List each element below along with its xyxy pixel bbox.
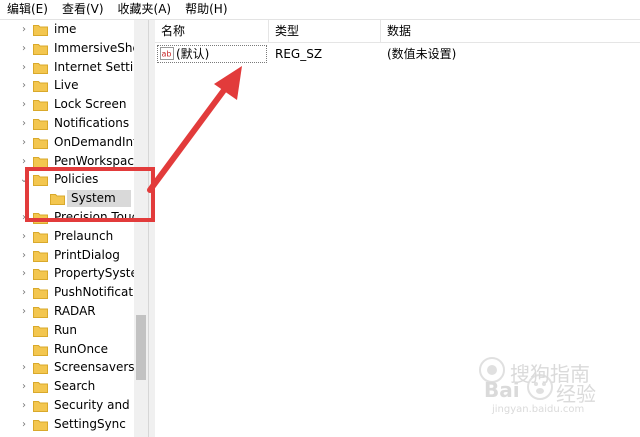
tree-item-label: Notifications [54, 116, 130, 130]
tree-item-label: Search [54, 379, 96, 394]
value-name: (默认) [176, 47, 210, 61]
tree-item[interactable]: › Screensavers [0, 358, 135, 377]
folder-icon [33, 156, 48, 168]
tree-item[interactable]: › PushNotificati [0, 283, 137, 302]
value-data: (数值未设置) [387, 47, 457, 61]
chevron-right-icon[interactable]: › [20, 227, 28, 246]
folder-icon [33, 306, 48, 318]
tree-item-label: PropertySyster [54, 266, 143, 281]
value-type: REG_SZ [275, 47, 323, 61]
tree-item[interactable]: › PrintDialog [0, 246, 134, 265]
folder-icon [33, 250, 48, 262]
folder-icon [33, 287, 48, 300]
folder-icon [33, 43, 48, 55]
chevron-right-icon[interactable]: › [20, 396, 28, 415]
svg-text:ab: ab [162, 50, 172, 59]
tree-item[interactable]: › SettingSync [0, 415, 134, 434]
tree-item[interactable]: › Internet Setting [0, 58, 148, 77]
tree-item[interactable]: › Live [0, 76, 134, 95]
folder-icon [33, 344, 48, 356]
chevron-right-icon[interactable]: › [20, 302, 28, 321]
baidu-watermark: 搜狗指南 Bai 经验 jingyan.baidu.com [470, 352, 640, 437]
chevron-right-icon[interactable]: › [20, 20, 28, 39]
tree-item[interactable]: Run [0, 321, 134, 340]
tree-item[interactable]: › OnDemandInte [0, 133, 145, 152]
chevron-right-icon[interactable]: › [20, 39, 28, 58]
chevron-right-icon[interactable]: › [20, 58, 28, 77]
folder-icon [33, 62, 48, 74]
watermark-product: 经验 [556, 382, 596, 406]
header-divider [155, 42, 640, 43]
registry-key-tree[interactable]: › ime › ImmersiveShel › Internet Setting › Live… [0, 20, 148, 437]
chevron-right-icon[interactable]: › [20, 114, 28, 133]
tree-item-label: Security and M [54, 398, 144, 412]
tree-item[interactable]: › Notifications [0, 114, 134, 133]
string-value-icon: ab [160, 47, 174, 60]
folder-icon [33, 362, 48, 375]
column-header-data[interactable]: 数据 [381, 20, 640, 42]
tree-item[interactable]: › PropertySyster [0, 264, 143, 283]
tree-item-label: ime [54, 22, 77, 36]
chevron-right-icon[interactable]: › [20, 76, 28, 95]
watermark-url: jingyan.baidu.com [492, 404, 585, 415]
tree-item-label: PrintDialog [54, 247, 120, 262]
chevron-right-icon[interactable]: › [20, 133, 28, 152]
chevron-right-icon[interactable]: › [20, 283, 28, 302]
tree-item-label: Live [54, 78, 79, 93]
tree-item-label: PushNotificati [54, 285, 137, 300]
chevron-right-icon[interactable]: › [20, 415, 28, 434]
tree-item-label: Screensavers [54, 360, 135, 375]
chevron-right-icon[interactable]: › [20, 95, 28, 114]
folder-icon [33, 99, 48, 112]
folder-icon [33, 381, 48, 394]
folder-icon [33, 419, 48, 431]
column-header-type[interactable]: 类型 [269, 20, 381, 42]
watermark-brand: Bai [484, 378, 520, 402]
tree-scrollbar[interactable] [134, 20, 148, 437]
tree-item-label: ImmersiveShel [54, 40, 144, 55]
tree-item-label: OnDemandInte [54, 134, 146, 149]
menu-bar: 编辑(E) 查看(V) 收藏夹(A) 帮助(H) [0, 0, 640, 20]
tree-item-label: Prelaunch [54, 228, 114, 243]
folder-icon [33, 118, 48, 130]
tree-item[interactable]: › ImmersiveShel [0, 39, 143, 58]
menu-favorites[interactable]: 收藏夹(A) [111, 0, 179, 19]
tree-item-label: RADAR [54, 304, 96, 318]
chevron-right-icon[interactable]: › [20, 264, 28, 283]
chevron-right-icon[interactable]: › [20, 377, 28, 396]
folder-icon [33, 400, 48, 412]
folder-icon [33, 80, 48, 93]
menu-help[interactable]: 帮助(H) [178, 0, 234, 19]
tree-item[interactable]: › RADAR [0, 302, 134, 321]
tree-item[interactable]: › Security and M [0, 396, 144, 415]
folder-icon [33, 137, 48, 149]
menu-view[interactable]: 查看(V) [55, 0, 111, 19]
column-header-name[interactable]: 名称 [155, 20, 269, 42]
tree-scrollbar-thumb[interactable] [136, 315, 146, 380]
tree-item[interactable]: › Lock Screen [0, 95, 134, 114]
tree-item[interactable]: RunOnce [0, 340, 134, 359]
menu-edit[interactable]: 编辑(E) [0, 0, 55, 19]
chevron-right-icon[interactable]: › [20, 246, 28, 265]
tree-item[interactable]: › Search [0, 377, 134, 396]
folder-icon [33, 231, 48, 243]
folder-icon [33, 24, 48, 36]
tree-item-label: SettingSync [54, 416, 126, 431]
value-row-default[interactable]: ab (默认) REG_SZ (数值未设置) [155, 45, 640, 63]
tree-item-label: RunOnce [54, 341, 109, 356]
tree-item-label: Lock Screen [54, 97, 127, 112]
folder-icon [33, 325, 48, 337]
chevron-right-icon[interactable]: › [20, 358, 28, 377]
tree-item[interactable]: › ime [0, 20, 134, 39]
folder-icon [33, 268, 48, 281]
tree-item-label: Run [54, 322, 78, 337]
annotation-highlight-box [25, 167, 155, 222]
tree-item[interactable]: › Prelaunch [0, 227, 134, 246]
